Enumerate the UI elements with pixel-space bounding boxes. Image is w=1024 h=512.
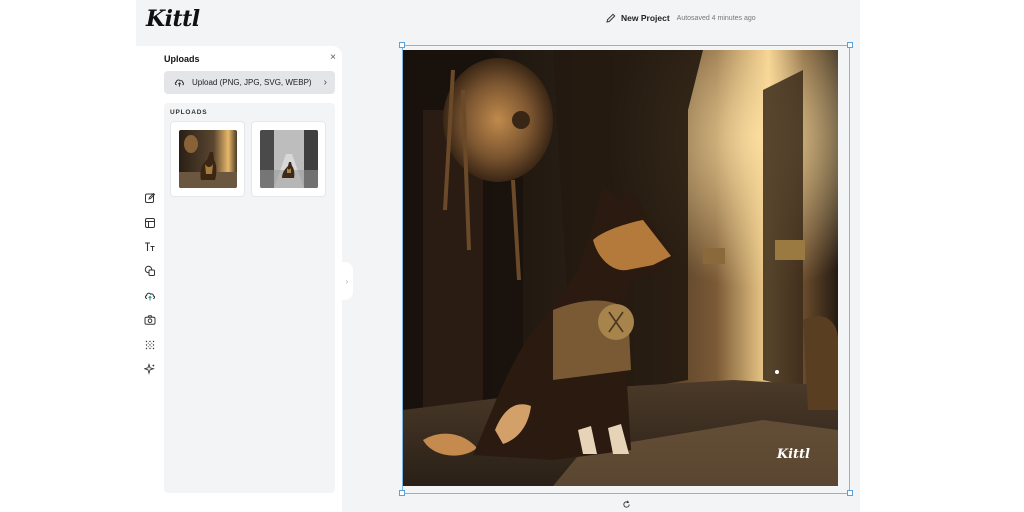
resize-handle-top-right[interactable]: [847, 42, 853, 48]
sidebar-item-ai[interactable]: [136, 357, 164, 381]
camera-icon: [144, 315, 156, 325]
edit-icon: [145, 193, 156, 204]
chevron-right-icon: ›: [323, 77, 327, 88]
resize-handle-bottom-left[interactable]: [399, 490, 405, 496]
sidebar-tools: [136, 186, 164, 381]
sidebar-item-edit[interactable]: [136, 186, 164, 210]
resize-handle-bottom-right[interactable]: [847, 490, 853, 496]
kittl-logo[interactable]: Kittl: [146, 6, 200, 32]
dog-road-thumbnail[interactable]: [251, 121, 326, 197]
dog-street-image: [178, 130, 237, 188]
uploads-section-title: UPLOADS: [170, 109, 208, 116]
canvas-artwork[interactable]: Kittl: [403, 50, 838, 486]
dog-street-thumbnail[interactable]: [170, 121, 245, 197]
uploads-icon: [144, 292, 155, 301]
autosave-status: Autosaved 4 minutes ago: [676, 14, 756, 22]
dog-road-image: [259, 130, 318, 188]
project-header: New Project Autosaved 4 minutes ago: [606, 13, 756, 23]
uploads-section: UPLOADS: [164, 103, 335, 493]
upload-button[interactable]: Upload (PNG, JPG, SVG, WEBP) ›: [164, 71, 335, 94]
sidebar-item-templates[interactable]: [136, 210, 164, 234]
pattern-icon: [145, 340, 155, 349]
sidebar-item-uploads[interactable]: [136, 284, 164, 308]
sidebar-item-text[interactable]: [136, 235, 164, 259]
pencil-icon[interactable]: [606, 13, 616, 23]
project-name[interactable]: New Project: [621, 13, 670, 23]
watermark-logo: Kittl: [776, 447, 810, 462]
templates-icon: [145, 217, 155, 228]
text-icon: [145, 242, 155, 251]
resize-handle-top-left[interactable]: [399, 42, 405, 48]
sidebar-item-patterns[interactable]: [136, 332, 164, 356]
rotate-handle[interactable]: [621, 499, 632, 510]
rotate-icon: [623, 500, 630, 508]
sidebar-item-shapes[interactable]: [136, 259, 164, 283]
sidebar-item-photos[interactable]: [136, 308, 164, 332]
close-icon[interactable]: ×: [330, 52, 336, 63]
sparkle-icon: [144, 362, 155, 375]
panel-title: Uploads: [164, 54, 200, 64]
uploads-panel: Uploads × Upload (PNG, JPG, SVG, WEBP) ›…: [164, 46, 342, 512]
shapes-icon: [144, 266, 155, 277]
upload-cloud-icon: [174, 79, 185, 87]
panel-collapse-handle[interactable]: ›: [341, 262, 353, 300]
chevron-right-icon: ›: [345, 276, 349, 286]
upload-button-label: Upload (PNG, JPG, SVG, WEBP): [192, 78, 312, 87]
